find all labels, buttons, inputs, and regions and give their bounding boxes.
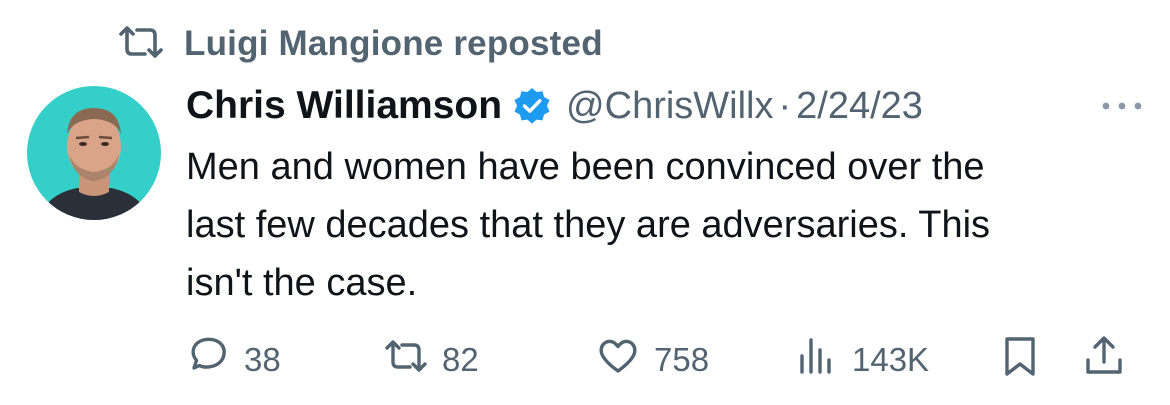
like-count: 758 bbox=[654, 341, 710, 378]
reply-count: 38 bbox=[244, 341, 281, 378]
author-handle[interactable]: @ChrisWillx bbox=[566, 85, 773, 128]
bookmark-button[interactable] bbox=[998, 332, 1042, 388]
repost-icon bbox=[118, 25, 164, 64]
verified-badge-icon bbox=[512, 86, 552, 126]
reply-icon bbox=[186, 334, 230, 386]
tweet-actions: 38 82 758 143K bbox=[186, 332, 1136, 388]
views-chart-icon bbox=[794, 334, 838, 386]
repost-button[interactable]: 82 bbox=[384, 332, 479, 388]
avatar[interactable] bbox=[27, 86, 161, 220]
more-options-icon[interactable] bbox=[1098, 94, 1146, 118]
views-count: 143K bbox=[852, 341, 930, 378]
views-button[interactable]: 143K bbox=[794, 332, 929, 388]
header-separator: · bbox=[778, 84, 792, 127]
share-button[interactable] bbox=[1082, 332, 1126, 388]
repost-banner[interactable]: Luigi Mangione reposted bbox=[118, 22, 603, 66]
repost-icon bbox=[384, 334, 428, 386]
reply-button[interactable]: 38 bbox=[186, 332, 281, 388]
repost-banner-text[interactable]: Luigi Mangione reposted bbox=[184, 24, 603, 64]
bookmark-icon bbox=[998, 334, 1042, 386]
heart-icon bbox=[596, 334, 640, 386]
tweet-text: Men and women have been convinced over t… bbox=[186, 146, 991, 304]
repost-count: 82 bbox=[442, 341, 479, 378]
like-button[interactable]: 758 bbox=[596, 332, 709, 388]
author-display-name[interactable]: Chris Williamson bbox=[186, 84, 502, 128]
tweet-date[interactable]: 2/24/23 bbox=[796, 85, 923, 128]
tweet-header: Chris Williamson @ChrisWillx · 2/24/23 bbox=[186, 78, 1146, 134]
share-icon bbox=[1082, 334, 1126, 386]
